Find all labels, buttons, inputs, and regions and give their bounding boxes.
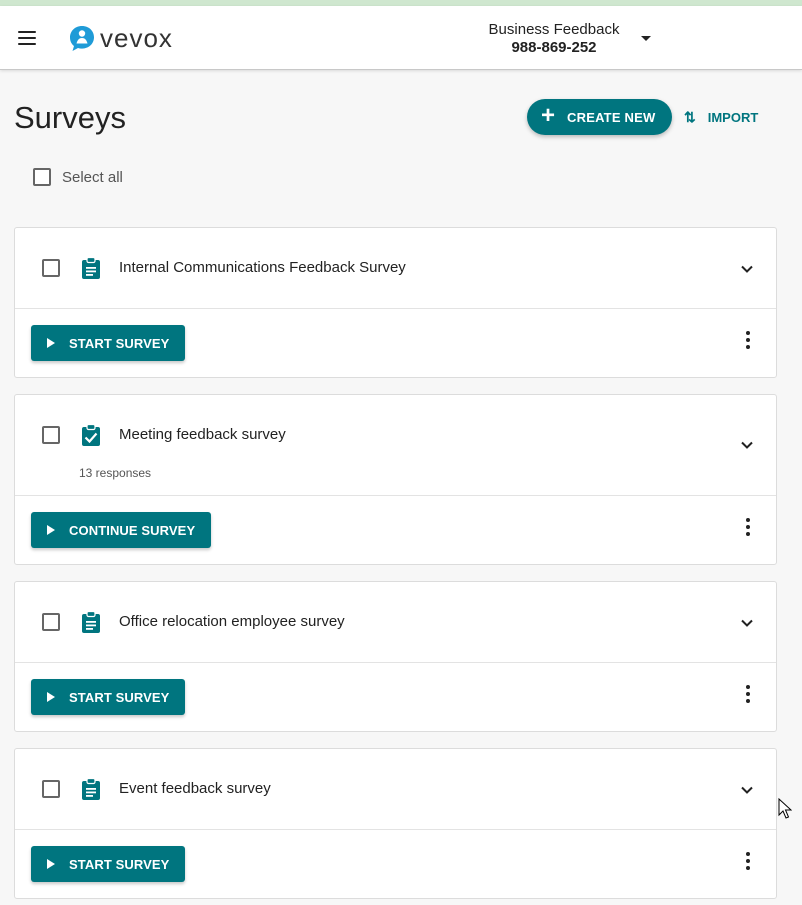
more-options-icon[interactable] <box>743 852 753 872</box>
survey-card-footer: CONTINUE SURVEY <box>15 496 776 564</box>
action-label: CONTINUE SURVEY <box>69 522 196 538</box>
survey-checkbox[interactable] <box>42 780 60 798</box>
more-options-icon[interactable] <box>743 685 753 705</box>
import-button[interactable]: ⇅ IMPORT <box>684 106 758 128</box>
create-new-label: CREATE NEW <box>567 109 656 125</box>
action-label: START SURVEY <box>69 856 170 872</box>
start-survey-button[interactable]: START SURVEY <box>31 679 186 715</box>
start-survey-button[interactable]: START SURVEY <box>31 325 186 361</box>
app-logo: vevox <box>68 22 173 54</box>
select-all-checkbox[interactable] <box>33 168 51 186</box>
hamburger-menu-icon <box>18 31 36 33</box>
vevox-logo-icon <box>70 26 94 51</box>
mouse-cursor-icon <box>778 798 792 819</box>
survey-card-header[interactable]: Meeting feedback survey 13 responses <box>15 395 776 496</box>
survey-checkbox[interactable] <box>42 426 60 444</box>
survey-title: Internal Communications Feedback Survey <box>119 259 406 276</box>
chevron-down-icon[interactable] <box>739 437 755 453</box>
clipboard-icon <box>82 611 100 633</box>
caret-down-icon[interactable] <box>641 36 651 41</box>
account-name: Business Feedback <box>488 21 620 38</box>
select-all-label: Select all <box>62 168 123 186</box>
action-label: START SURVEY <box>69 335 170 351</box>
survey-title: Event feedback survey <box>119 780 271 797</box>
page-title: Surveys <box>14 100 126 135</box>
app-header: vevox Business Feedback 988-869-252 <box>0 6 802 70</box>
response-count: 13 responses <box>79 466 152 480</box>
survey-card-footer: START SURVEY <box>15 309 776 377</box>
survey-checkbox[interactable] <box>42 613 60 631</box>
import-label: IMPORT <box>707 109 759 125</box>
survey-card-footer: START SURVEY <box>15 830 776 898</box>
play-icon <box>47 338 55 348</box>
survey-card: Event feedback survey START SURVEY <box>14 748 777 899</box>
survey-card: Office relocation employee survey START … <box>14 581 777 732</box>
select-all[interactable]: Select all <box>33 168 123 186</box>
clipboard-check-icon <box>82 424 100 446</box>
survey-card-header[interactable]: Event feedback survey <box>15 749 776 830</box>
chevron-down-icon[interactable] <box>739 615 755 631</box>
start-survey-button[interactable]: START SURVEY <box>31 846 186 882</box>
survey-card: Internal Communications Feedback Survey … <box>14 227 777 378</box>
more-options-icon[interactable] <box>743 518 753 538</box>
play-icon <box>47 525 55 535</box>
create-new-button[interactable]: + CREATE NEW <box>527 99 672 135</box>
clipboard-icon <box>82 257 100 279</box>
import-arrows-icon: ⇅ <box>684 108 696 125</box>
survey-title: Meeting feedback survey <box>119 426 286 443</box>
logo-wordmark: vevox <box>100 23 173 53</box>
survey-checkbox[interactable] <box>42 259 60 277</box>
account-code: 988-869-252 <box>511 39 597 56</box>
continue-survey-button[interactable]: CONTINUE SURVEY <box>31 512 212 548</box>
play-icon <box>47 859 55 869</box>
chevron-down-icon[interactable] <box>739 782 755 798</box>
clipboard-icon <box>82 778 100 800</box>
survey-title: Office relocation employee survey <box>119 613 345 630</box>
chevron-down-icon[interactable] <box>739 261 755 277</box>
survey-card-footer: START SURVEY <box>15 663 776 731</box>
plus-icon: + <box>541 102 556 129</box>
survey-card: Meeting feedback survey 13 responses CON… <box>14 394 777 565</box>
account-selector[interactable]: Business Feedback 988-869-252 <box>470 21 638 57</box>
menu-button[interactable] <box>14 24 42 52</box>
survey-card-header[interactable]: Office relocation employee survey <box>15 582 776 663</box>
survey-card-header[interactable]: Internal Communications Feedback Survey <box>15 228 776 309</box>
play-icon <box>47 692 55 702</box>
more-options-icon[interactable] <box>743 331 753 351</box>
action-label: START SURVEY <box>69 689 170 705</box>
